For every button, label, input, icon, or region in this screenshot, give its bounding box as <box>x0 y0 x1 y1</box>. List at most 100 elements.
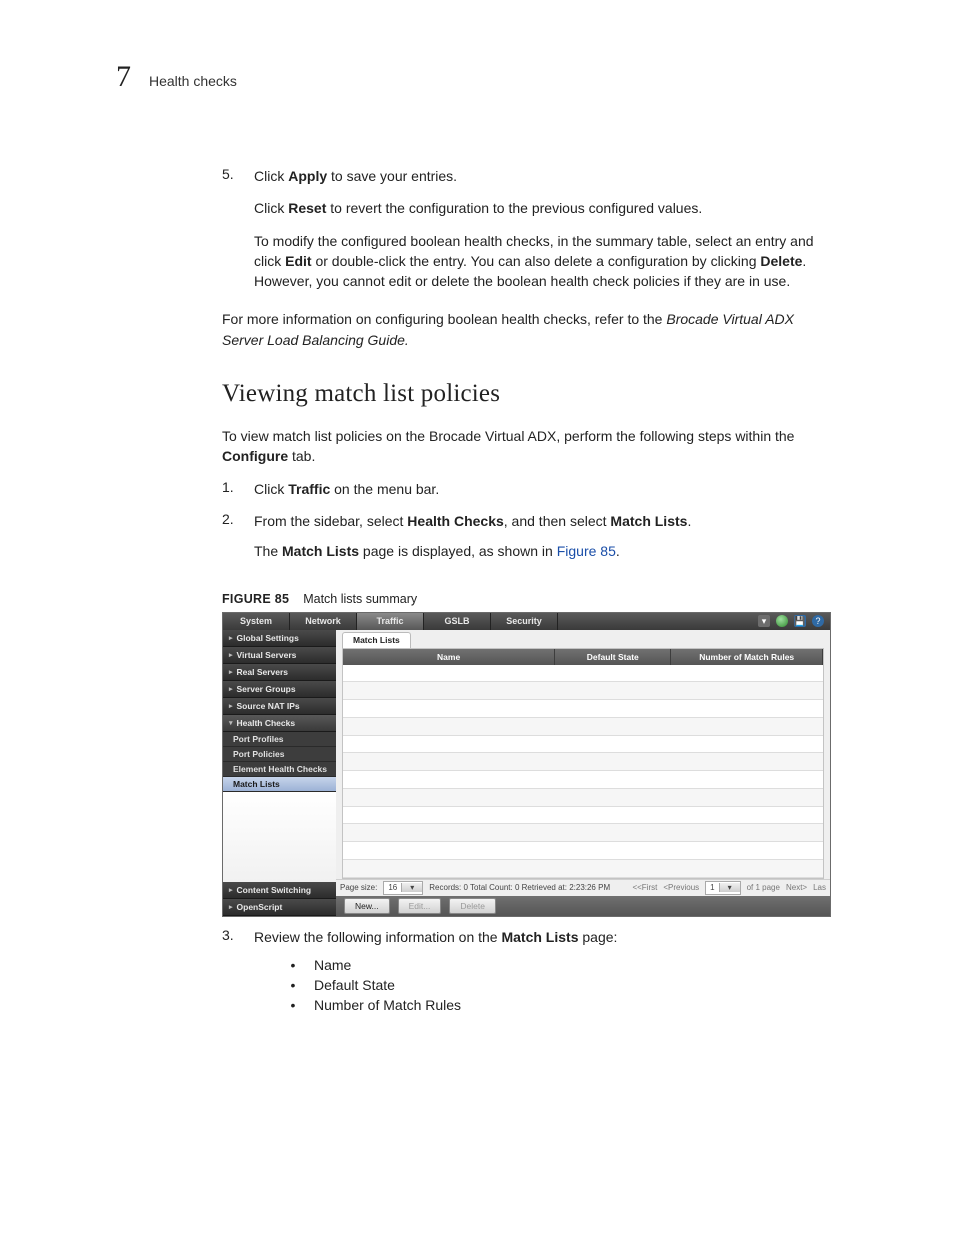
grid-row <box>343 753 823 771</box>
text: Review the following information on the <box>254 929 501 945</box>
chevron-down-icon: ▾ <box>719 883 740 892</box>
match-lists-screenshot: System Network Traffic GSLB Security ▾ 💾… <box>222 612 831 917</box>
step5-apply-line: Click Apply to save your entries. <box>254 166 838 186</box>
sidebar-label: Health Checks <box>237 718 296 728</box>
pager-of-pages: of 1 page <box>747 883 780 892</box>
col-header-num-match-rules[interactable]: Number of Match Rules <box>671 649 823 665</box>
refresh-icon[interactable] <box>776 615 788 627</box>
bullet-icon: • <box>286 977 300 993</box>
text: tab. <box>288 448 315 464</box>
sidebar-label: Real Servers <box>237 667 289 677</box>
bullet-item: •Number of Match Rules <box>286 997 838 1013</box>
tab-gslb[interactable]: GSLB <box>424 613 491 630</box>
grid-row <box>343 736 823 754</box>
pager-last[interactable]: Las <box>813 883 826 892</box>
app-main-area: Match Lists Name Default State Number of… <box>336 630 830 916</box>
figure-title: Match lists summary <box>303 592 417 606</box>
step5-modify-line: To modify the configured boolean health … <box>254 231 838 292</box>
bullet-item: •Name <box>286 957 838 973</box>
bullet-item: • Default State <box>286 977 838 993</box>
sidebar-sub-port-profiles[interactable]: Port Profiles <box>223 732 336 747</box>
sidebar-sub-port-policies[interactable]: Port Policies <box>223 747 336 762</box>
bullet-text: Default State <box>314 977 395 993</box>
tab-security[interactable]: Security <box>491 613 558 630</box>
bullet-text: Number of Match Rules <box>314 997 461 1013</box>
bullet-text: Name <box>314 957 351 973</box>
chevron-right-icon: ▸ <box>229 903 233 911</box>
grid-row <box>343 860 823 878</box>
pager-next[interactable]: Next> <box>786 883 807 892</box>
sidebar-item-server-groups[interactable]: ▸ Server Groups <box>223 681 336 698</box>
pager-status: Records: 0 Total Count: 0 Retrieved at: … <box>429 883 610 892</box>
sidebar-item-real-servers[interactable]: ▸Real Servers <box>223 664 336 681</box>
tab-network[interactable]: Network <box>290 613 357 630</box>
text: to save your entries. <box>327 168 457 184</box>
page-size-select[interactable]: 16▾ <box>383 881 423 895</box>
step2-line: From the sidebar, select Health Checks, … <box>254 511 838 531</box>
edit-button[interactable]: Edit... <box>398 898 442 914</box>
text: or double-click the entry. You can also … <box>312 253 761 269</box>
intro-paragraph: To view match list policies on the Broca… <box>222 426 838 467</box>
new-button[interactable]: New... <box>344 898 390 914</box>
grid-row <box>343 771 823 789</box>
app-top-tabs: System Network Traffic GSLB Security ▾ 💾… <box>223 613 830 630</box>
edit-keyword: Edit <box>285 253 311 269</box>
figure-link[interactable]: Figure 85 <box>557 543 616 559</box>
text: Click <box>254 481 288 497</box>
grid-body <box>343 665 823 878</box>
filter-icon[interactable]: ▾ <box>758 615 770 627</box>
step1-line: Click Traffic on the menu bar. <box>254 479 838 499</box>
chevron-right-icon: ▸ <box>229 634 233 642</box>
page-number-select[interactable]: 1▾ <box>705 881 740 895</box>
figure-caption: FIGURE 85 Match lists summary <box>222 592 838 606</box>
text: . <box>687 513 691 529</box>
text: , and then select <box>504 513 611 529</box>
chevron-right-icon: ▸ <box>229 685 233 693</box>
sidebar-item-health-checks[interactable]: ▾Health Checks <box>223 715 336 732</box>
sidebar-label: Content Switching <box>237 885 312 895</box>
tab-system[interactable]: System <box>223 613 290 630</box>
sidebar-item-source-nat-ips[interactable]: ▸Source NAT IPs <box>223 698 336 715</box>
page-number-value: 1 <box>706 883 718 892</box>
text: Click <box>254 168 288 184</box>
sidebar-fill <box>223 792 336 882</box>
sidebar-label: Server Groups <box>237 684 296 694</box>
list-number: 3. <box>222 927 240 1017</box>
sidebar-item-content-switching[interactable]: ▸ Content Switching <box>223 882 336 899</box>
page-size-value: 16 <box>384 883 401 892</box>
pager-bar: Page size: 16▾ Records: 0 Total Count: 0… <box>336 879 830 896</box>
configure-keyword: Configure <box>222 448 288 464</box>
sidebar-sub-match-lists[interactable]: Match Lists <box>223 777 336 792</box>
col-header-default-state[interactable]: Default State <box>555 649 671 665</box>
match-lists-keyword: Match Lists <box>501 929 578 945</box>
text: Click <box>254 200 288 216</box>
more-info-paragraph: For more information on configuring bool… <box>222 309 838 350</box>
grid-row <box>343 665 823 683</box>
col-header-name[interactable]: Name <box>343 649 555 665</box>
sidebar-sub-element-health-checks[interactable]: Element Health Checks <box>223 762 336 777</box>
pager-prev[interactable]: <Previous <box>663 883 699 892</box>
list-item-1: 1. Click Traffic on the menu bar. <box>222 479 838 505</box>
chevron-right-icon: ▸ <box>229 886 233 894</box>
tab-traffic[interactable]: Traffic <box>357 613 424 630</box>
pager-first[interactable]: <<First <box>632 883 657 892</box>
chevron-down-icon: ▾ <box>401 883 422 892</box>
match-lists-keyword: Match Lists <box>282 543 359 559</box>
delete-button[interactable]: Delete <box>449 898 496 914</box>
sidebar-item-virtual-servers[interactable]: ▸Virtual Servers <box>223 647 336 664</box>
save-icon[interactable]: 💾 <box>794 615 806 627</box>
sidebar-item-open-script[interactable]: ▸OpenScript <box>223 899 336 916</box>
grid-row <box>343 700 823 718</box>
page-content: 5. Click Apply to save your entries. Cli… <box>222 166 838 1017</box>
help-icon[interactable]: ? <box>812 615 824 627</box>
match-lists-keyword: Match Lists <box>610 513 687 529</box>
text: to revert the configuration to the previ… <box>326 200 702 216</box>
text: . <box>616 543 620 559</box>
apply-keyword: Apply <box>288 168 327 184</box>
figure-label: FIGURE 85 <box>222 592 289 606</box>
sidebar-item-global-settings[interactable]: ▸Global Settings <box>223 630 336 647</box>
grid-row <box>343 807 823 825</box>
breadcrumb-tab[interactable]: Match Lists <box>342 632 411 648</box>
list-item-5: 5. Click Apply to save your entries. Cli… <box>222 166 838 303</box>
grid-row <box>343 682 823 700</box>
